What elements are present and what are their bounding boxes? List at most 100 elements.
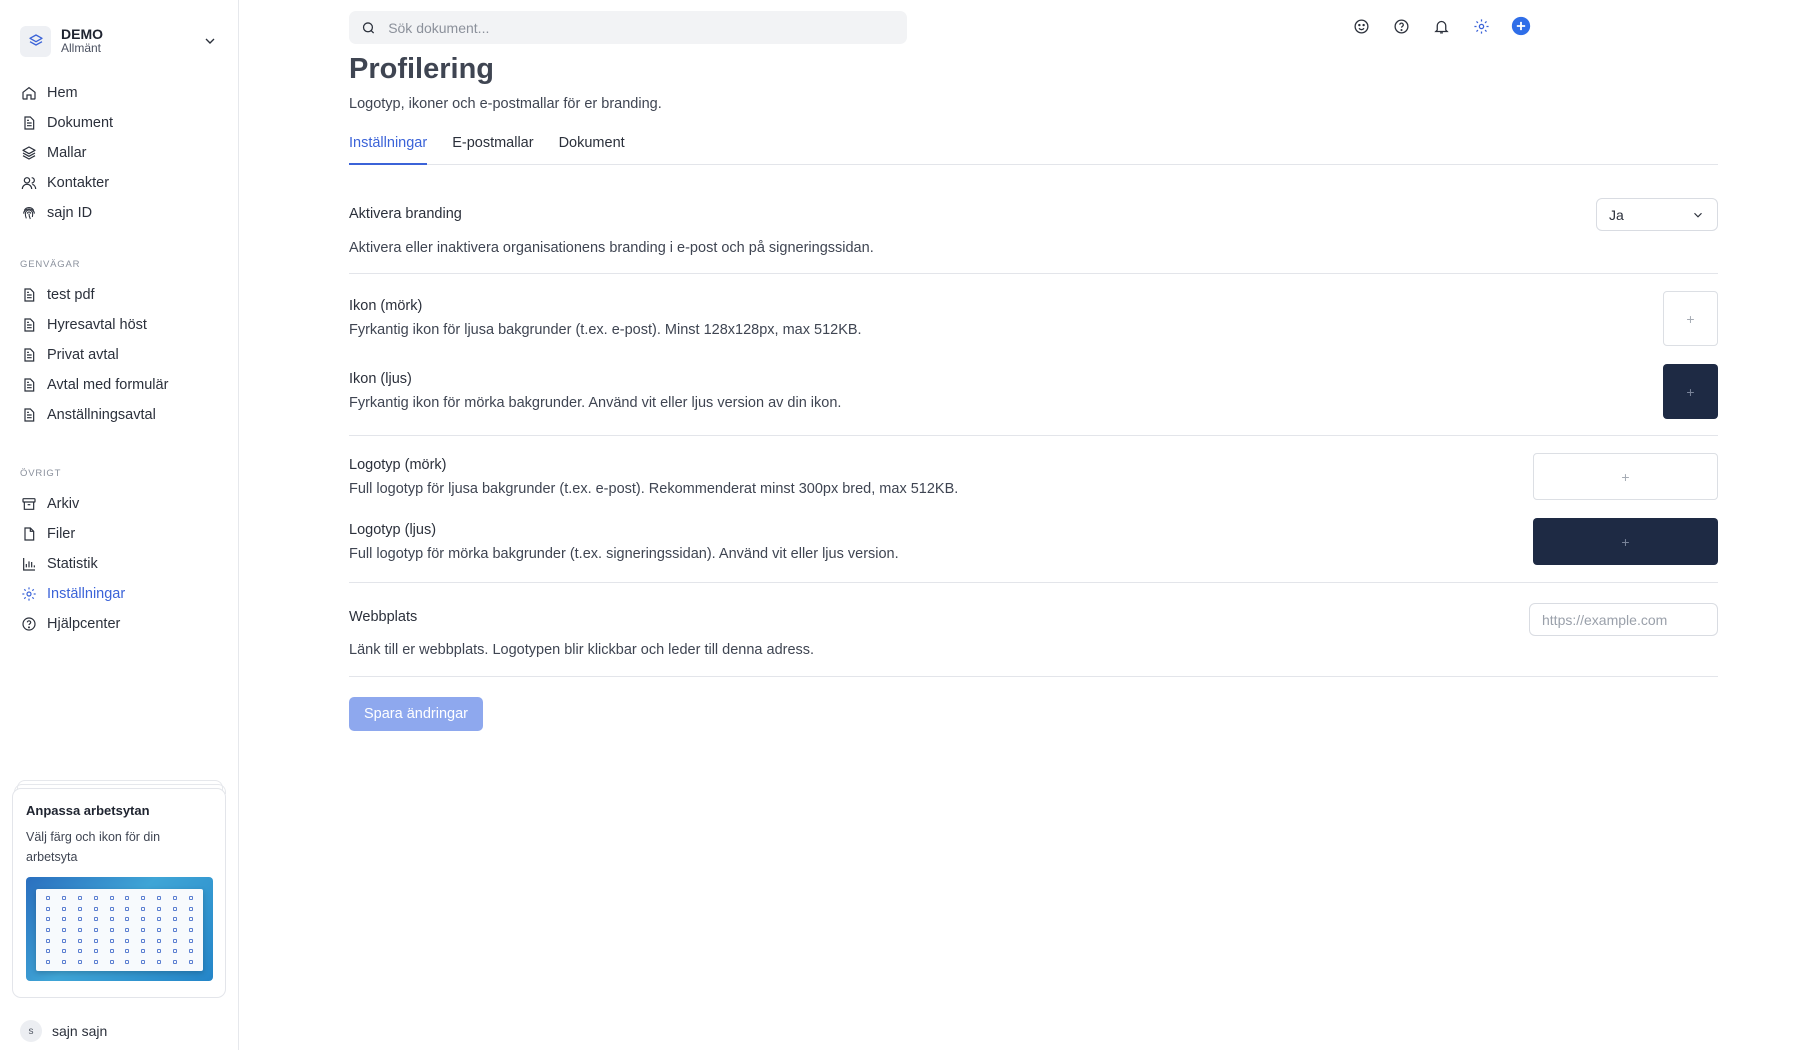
- nav-item-hjalpcenter[interactable]: Hjälpcenter: [14, 609, 224, 639]
- branding-select[interactable]: Ja: [1596, 198, 1718, 231]
- top-toolbar: [1351, 16, 1531, 36]
- shortcut-item[interactable]: Privat avtal: [14, 340, 224, 370]
- nav-label: Filer: [47, 526, 76, 542]
- shortcut-label: Avtal med formulär: [47, 377, 169, 393]
- shortcut-item[interactable]: Hyresavtal höst: [14, 310, 224, 340]
- gear-icon: [1473, 18, 1489, 34]
- branding-select-value: Ja: [1609, 206, 1624, 223]
- users-icon: [21, 177, 37, 190]
- workspace-switcher[interactable]: DEMO Allmänt: [0, 0, 238, 66]
- nav-item-mallar[interactable]: Mallar: [14, 138, 224, 168]
- layers-icon: [22, 146, 36, 160]
- notifications-button[interactable]: [1431, 16, 1451, 36]
- logo-dark-upload-button[interactable]: +: [1533, 453, 1718, 500]
- main-nav: Hem Dokument Mallar Kontakter sajn ID: [0, 66, 238, 228]
- icon-dark-upload-button[interactable]: +: [1663, 291, 1718, 346]
- page-subtitle: Logotyp, ikoner och e-postmallar för er …: [349, 96, 662, 112]
- tab-e-postmallar[interactable]: E-postmallar: [452, 135, 533, 165]
- nav-item-installningar[interactable]: Inställningar: [14, 579, 224, 609]
- tab-dokument[interactable]: Dokument: [559, 135, 625, 165]
- icon-grid-preview: [36, 889, 203, 971]
- icon-dark-label: Ikon (mörk): [349, 298, 423, 314]
- customize-workspace-card[interactable]: Anpassa arbetsytan Välj färg och ikon fö…: [12, 788, 226, 998]
- website-url-input[interactable]: [1529, 603, 1718, 636]
- icon-light-description: Fyrkantig ikon för mörka bakgrunder. Anv…: [349, 395, 842, 411]
- divider: [349, 435, 1718, 436]
- gear-icon: [22, 587, 36, 601]
- avatar: s: [20, 1020, 42, 1042]
- document-icon: [24, 288, 35, 302]
- nav-label: Mallar: [47, 145, 87, 161]
- file-icon: [24, 527, 35, 541]
- create-new-button[interactable]: [1511, 16, 1531, 36]
- shortcut-label: test pdf: [47, 287, 95, 303]
- shortcut-label: Hyresavtal höst: [47, 317, 147, 333]
- logo-dark-label: Logotyp (mörk): [349, 457, 447, 473]
- website-description: Länk till er webbplats. Logotypen blir k…: [349, 642, 815, 658]
- sidebar: DEMO Allmänt Hem Dokument Mallar Kontakt…: [0, 0, 239, 1050]
- workspace-logo-icon: [20, 25, 51, 57]
- logo-light-upload-button[interactable]: +: [1533, 518, 1718, 565]
- shortcut-item[interactable]: test pdf: [14, 280, 224, 310]
- workspace-subtitle: Allmänt: [61, 41, 102, 56]
- shortcut-item[interactable]: Avtal med formulär: [14, 370, 224, 400]
- nav-label: Hem: [47, 85, 78, 101]
- shortcuts-heading: GENVÄGAR: [20, 259, 81, 270]
- icon-dark-description: Fyrkantig ikon för ljusa bakgrunder (t.e…: [349, 322, 862, 338]
- search-icon: [362, 21, 375, 34]
- chart-icon: [23, 558, 35, 571]
- promo-title: Anpassa arbetsytan: [26, 803, 150, 818]
- feedback-button[interactable]: [1351, 16, 1371, 36]
- nav-item-dokument[interactable]: Dokument: [14, 108, 224, 138]
- shortcut-label: Anställningsavtal: [47, 407, 156, 423]
- other-heading: ÖVRIGT: [20, 468, 62, 479]
- promo-text: Välj färg och ikon för din arbetsyta: [26, 830, 161, 864]
- website-label: Webbplats: [349, 609, 418, 625]
- plus-icon: +: [1686, 310, 1695, 327]
- search-input[interactable]: [388, 19, 895, 36]
- divider: [349, 676, 1718, 677]
- settings-button[interactable]: [1471, 16, 1491, 36]
- tab-installningar[interactable]: Inställningar: [349, 135, 428, 165]
- nav-label: Inställningar: [47, 586, 126, 602]
- main-content: Profilering Logotyp, ikoner och e-postma…: [239, 0, 1800, 1050]
- nav-label: Arkiv: [47, 496, 80, 512]
- search-bar[interactable]: [349, 11, 907, 44]
- document-icon: [24, 408, 35, 422]
- document-icon: [24, 318, 35, 332]
- home-icon: [22, 86, 36, 100]
- nav-label: Dokument: [47, 115, 114, 131]
- shortcut-label: Privat avtal: [47, 347, 119, 363]
- fingerprint-icon: [23, 207, 35, 220]
- help-button[interactable]: [1391, 16, 1411, 36]
- icon-light-upload-button[interactable]: +: [1663, 364, 1718, 419]
- branding-description: Aktivera eller inaktivera organisationen…: [349, 240, 874, 256]
- shortcut-item[interactable]: Anställningsavtal: [14, 400, 224, 430]
- save-changes-button[interactable]: Spara ändringar: [349, 697, 483, 731]
- logo-dark-description: Full logotyp för ljusa bakgrunder (t.ex.…: [349, 481, 959, 497]
- archive-icon: [22, 498, 36, 510]
- nav-item-statistik[interactable]: Statistik: [14, 549, 224, 579]
- help-icon: [1393, 18, 1409, 34]
- logo-light-description: Full logotyp för mörka bakgrunder (t.ex.…: [349, 546, 899, 562]
- promo-illustration: [26, 877, 213, 981]
- nav-item-filer[interactable]: Filer: [14, 519, 224, 549]
- logo-light-label: Logotyp (ljus): [349, 522, 437, 538]
- workspace-name: DEMO: [61, 26, 103, 43]
- chevron-down-icon: [205, 38, 215, 44]
- document-icon: [24, 348, 35, 362]
- other-nav: Arkiv Filer Statistik Inställningar Hjäl…: [0, 489, 238, 639]
- nav-item-kontakter[interactable]: Kontakter: [14, 168, 224, 198]
- user-menu[interactable]: s sajn sajn: [20, 1020, 107, 1042]
- plus-circle-icon: [1511, 16, 1531, 36]
- nav-item-arkiv[interactable]: Arkiv: [14, 489, 224, 519]
- icon-light-label: Ikon (ljus): [349, 371, 412, 387]
- tab-bar: Inställningar E-postmallar Dokument: [349, 135, 1718, 165]
- divider: [349, 582, 1718, 583]
- plus-icon: +: [1621, 533, 1630, 550]
- nav-item-sajn-id[interactable]: sajn ID: [14, 198, 224, 228]
- shortcuts-nav: test pdf Hyresavtal höst Privat avtal Av…: [0, 280, 238, 430]
- nav-label: Hjälpcenter: [47, 616, 121, 632]
- nav-item-hem[interactable]: Hem: [14, 78, 224, 108]
- nav-label: Statistik: [47, 556, 98, 572]
